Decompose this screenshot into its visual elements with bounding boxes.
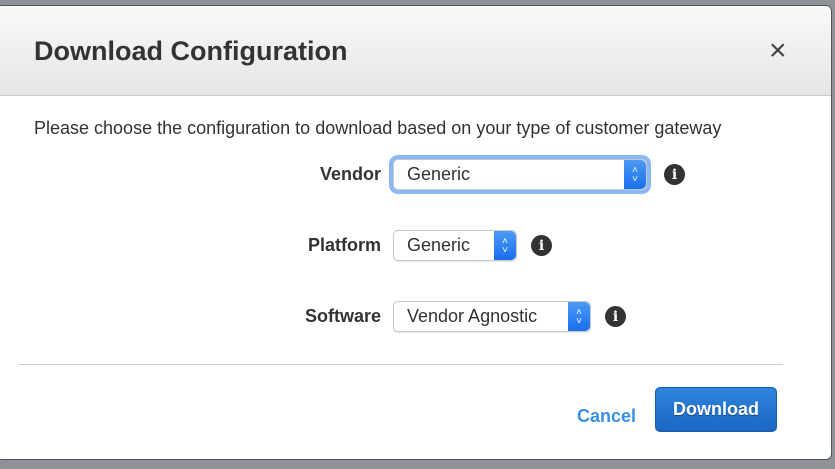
info-icon[interactable]: i: [664, 164, 685, 185]
platform-row: Platform Generic ˄ ˅ i: [261, 230, 552, 261]
software-value: Vendor Agnostic: [407, 306, 538, 326]
info-icon[interactable]: i: [531, 235, 552, 256]
chevron-updown-icon: ˄ ˅: [568, 302, 590, 331]
cancel-button[interactable]: Cancel: [577, 406, 636, 427]
software-select[interactable]: Vendor Agnostic ˄ ˅: [393, 301, 591, 332]
intro-text: Please choose the configuration to downl…: [34, 118, 722, 138]
vendor-value: Generic: [407, 164, 471, 184]
platform-label: Platform: [307, 235, 381, 255]
vendor-select[interactable]: Generic ˄ ˅: [393, 159, 647, 190]
dialog-header: Download Configuration ×: [0, 6, 831, 96]
info-icon[interactable]: i: [605, 306, 626, 327]
vendor-row: Vendor Generic ˄ ˅ i: [261, 159, 685, 190]
download-configuration-dialog: Download Configuration × Please choose t…: [0, 5, 832, 460]
close-icon[interactable]: ×: [769, 36, 787, 66]
platform-select[interactable]: Generic ˄ ˅: [393, 230, 517, 261]
vendor-label: Vendor: [319, 164, 381, 184]
chevron-updown-icon: ˄ ˅: [494, 231, 516, 260]
download-button[interactable]: Download: [655, 387, 777, 432]
chevron-updown-icon: ˄ ˅: [624, 160, 646, 189]
divider: [19, 364, 783, 365]
software-label: Software: [304, 306, 381, 326]
software-row: Software Vendor Agnostic ˄ ˅ i: [261, 301, 626, 332]
dialog-title: Download Configuration: [34, 36, 348, 66]
platform-value: Generic: [407, 235, 471, 255]
